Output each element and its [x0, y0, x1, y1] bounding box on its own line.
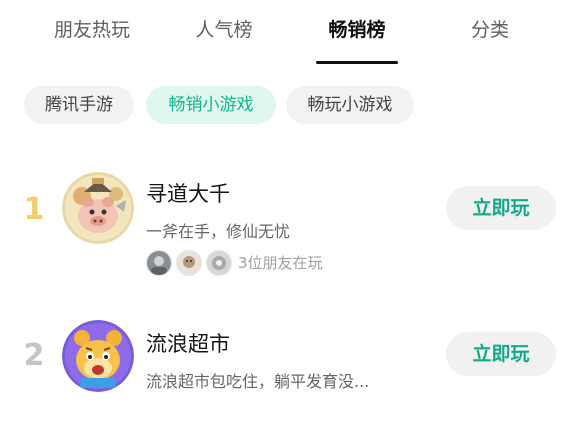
friend-avatar — [146, 250, 172, 276]
game-row-1[interactable]: 1 寻道大千 一斧在手，修仙无忧 3位朋友在玩 立即玩 — [0, 160, 579, 280]
game-name: 流浪超市 — [146, 332, 230, 356]
friends-playing-text: 3位朋友在玩 — [238, 254, 323, 272]
tab-friends-hot[interactable]: 朋友热玩 — [44, 14, 140, 46]
game-icon-xundao-daqian — [62, 172, 134, 244]
friend-avatar — [176, 250, 202, 276]
game-name: 寻道大千 — [146, 182, 230, 206]
chip-best-selling-mini-games[interactable]: 畅销小游戏 — [146, 86, 276, 124]
game-icon-liulang-chaoshi — [62, 320, 134, 392]
rank-number: 1 — [23, 192, 45, 227]
friend-avatar — [206, 250, 232, 276]
play-now-button[interactable]: 立即玩 — [446, 186, 556, 230]
game-row-2[interactable]: 2 流浪超市 流浪超市包吃住，躺平发育没... 立即玩 — [0, 312, 579, 432]
play-now-button[interactable]: 立即玩 — [446, 332, 556, 376]
chip-playable-mini-games[interactable]: 畅玩小游戏 — [286, 86, 414, 124]
rank-number: 2 — [23, 338, 45, 373]
tab-popular[interactable]: 人气榜 — [180, 14, 268, 46]
game-description: 流浪超市包吃住，躺平发育没... — [146, 372, 370, 391]
tab-best-selling[interactable]: 畅销榜 — [316, 14, 398, 46]
category-tabs: 朋友热玩 人气榜 畅销榜 分类 — [0, 0, 579, 64]
game-description: 一斧在手，修仙无忧 — [146, 222, 291, 241]
chip-tencent-mobile-games[interactable]: 腾讯手游 — [24, 86, 134, 124]
active-tab-indicator — [316, 61, 398, 64]
tab-categories[interactable]: 分类 — [460, 14, 520, 46]
